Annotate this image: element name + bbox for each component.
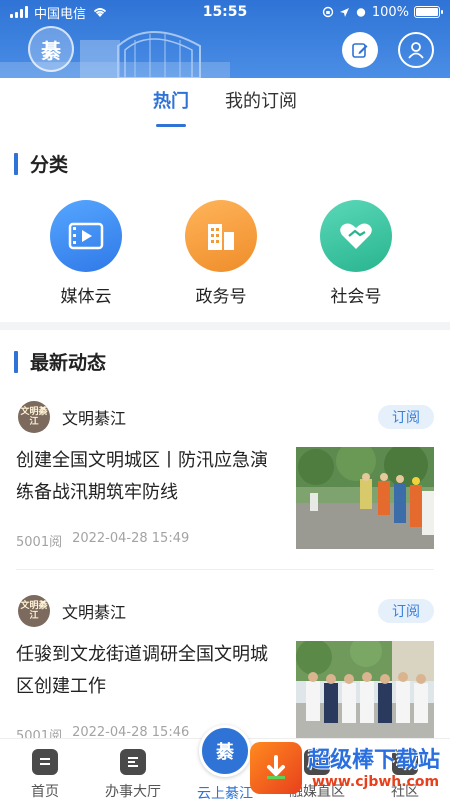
- qijiang-logo: 綦: [28, 26, 74, 72]
- category-social[interactable]: 社会号: [306, 200, 406, 307]
- category-government[interactable]: 政务号: [171, 200, 271, 307]
- home-icon: [32, 749, 58, 775]
- category-grid: 媒体云 政务号 社会号: [0, 200, 450, 310]
- source-name: 文明綦江: [62, 409, 127, 428]
- edit-icon: [352, 43, 368, 58]
- latest-news-heading: 最新动态: [14, 348, 106, 375]
- download-arrow-icon: [250, 742, 302, 794]
- building-icon: [185, 200, 257, 272]
- watermark-text: 超级棒下载站: [308, 748, 441, 773]
- heading-accent-bar: [14, 350, 18, 373]
- news-thumbnail[interactable]: [296, 641, 434, 743]
- source-avatar: 文明綦江: [18, 595, 50, 627]
- watermark-url: www.cjbwh.com: [312, 774, 440, 790]
- tab-my-subscriptions[interactable]: 我的订阅: [225, 87, 297, 119]
- publish-date: 2022-04-28 15:49: [72, 531, 190, 546]
- alarm-icon: [356, 8, 366, 17]
- news-title[interactable]: 创建全国文明城区丨防汛应急演练备战汛期筑牢防线: [16, 445, 280, 509]
- categories-heading: 分类: [14, 150, 68, 177]
- subscribe-button[interactable]: 订阅: [378, 599, 434, 623]
- news-source[interactable]: 文明綦江 文明綦江: [18, 401, 126, 433]
- view-count: 5001阅: [16, 535, 63, 550]
- category-label: 社会号: [330, 287, 382, 307]
- wifi-icon: [93, 8, 107, 17]
- source-name: 文明綦江: [62, 603, 127, 622]
- rotation-lock-icon: [322, 6, 334, 18]
- news-source[interactable]: 文明綦江 文明綦江: [18, 595, 126, 627]
- heart-hands-icon: [320, 200, 392, 272]
- source-avatar: 文明綦江: [18, 401, 50, 433]
- news-separator: [16, 569, 434, 570]
- service-hall-icon: [120, 749, 146, 775]
- qijiang-logo-icon[interactable]: 綦: [199, 725, 251, 777]
- location-icon: [339, 7, 349, 17]
- categories-title: 分类: [30, 154, 69, 176]
- section-divider: [0, 322, 450, 330]
- nav-service-hall[interactable]: 办事大厅: [88, 749, 178, 800]
- nav-label: 首页: [31, 784, 59, 800]
- news-meta: 5001阅 2022-04-28 15:49: [16, 531, 189, 550]
- signal-icon: [10, 6, 28, 18]
- nav-label: 办事大厅: [105, 784, 161, 800]
- heading-accent-bar: [14, 152, 18, 175]
- video-icon: [50, 200, 122, 272]
- category-media-cloud[interactable]: 媒体云: [36, 200, 136, 307]
- battery-percent: 100%: [371, 4, 409, 20]
- category-label: 政务号: [195, 287, 247, 307]
- user-profile-button[interactable]: [398, 32, 434, 68]
- subscribe-button[interactable]: 订阅: [378, 405, 434, 429]
- feed-tabs: 热门 我的订阅: [0, 78, 450, 128]
- status-time: 15:55: [202, 4, 248, 20]
- app-header: 綦 中国电信 15:55 100%: [0, 0, 450, 78]
- category-label: 媒体云: [60, 287, 112, 307]
- status-bar: 中国电信 15:55 100%: [0, 0, 450, 24]
- latest-news-title: 最新动态: [30, 352, 107, 374]
- carrier-name: 中国电信: [34, 6, 87, 22]
- battery-fill: [416, 8, 438, 16]
- user-icon: [408, 42, 424, 59]
- edit-button[interactable]: [342, 32, 378, 68]
- battery-icon: [414, 6, 443, 18]
- news-thumbnail[interactable]: [296, 447, 434, 549]
- download-site-watermark: 超级棒下载站 www.cjbwh.com: [246, 738, 450, 800]
- news-item[interactable]: 文明綦江 文明綦江 订阅 创建全国文明城区丨防汛应急演练备战汛期筑牢防线 500…: [0, 401, 450, 587]
- tab-hot[interactable]: 热门: [153, 87, 189, 119]
- news-title[interactable]: 任骏到文龙街道调研全国文明城区创建工作: [16, 639, 280, 703]
- nav-home[interactable]: 首页: [0, 749, 90, 800]
